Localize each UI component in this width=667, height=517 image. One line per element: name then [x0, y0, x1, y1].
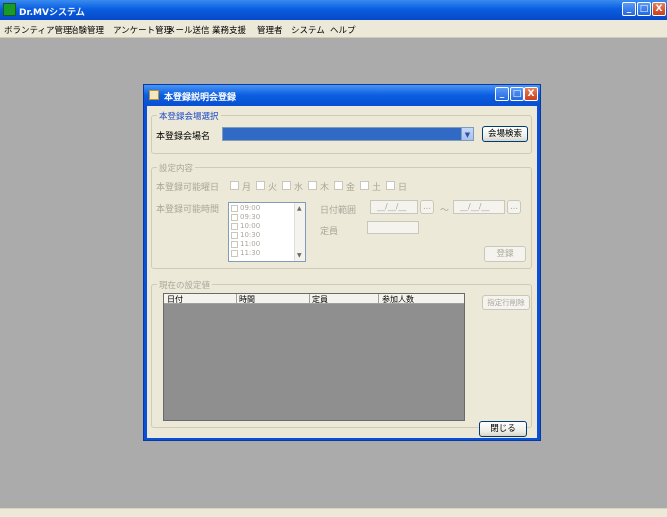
chevron-down-icon[interactable]: ▼: [461, 128, 473, 140]
weekday-checkbox-thu[interactable]: [308, 181, 317, 190]
dialog-maximize-button[interactable]: □: [510, 87, 524, 101]
range-separator: ～: [440, 206, 450, 216]
dialog-icon: [149, 90, 159, 100]
list-item[interactable]: 09:00: [231, 204, 260, 212]
menu-bar: ボランティア管理 治験管理 アンケート管理 メール送信 業務支援 管理者 システ…: [0, 20, 667, 38]
weekday-checkbox-mon[interactable]: [230, 181, 239, 190]
venue-group-title: 本登録会場選択: [157, 110, 221, 122]
time-checkbox[interactable]: [231, 213, 238, 221]
current-settings-group: 現在の設定値 日付 時間 定員 参加人数 指定行削除: [151, 279, 532, 428]
date-to-picker-button[interactable]: ...: [507, 200, 521, 214]
weekday-label-fri: 金: [346, 183, 356, 193]
menu-survey[interactable]: アンケート管理: [113, 24, 172, 36]
register-button[interactable]: 登録: [484, 246, 526, 262]
app-title-bar: Dr.MVシステム _ □ X: [0, 0, 667, 20]
dialog-close-button[interactable]: X: [524, 87, 538, 101]
grid-header: 日付 時間 定員 参加人数: [164, 294, 464, 304]
venue-label: 本登録会場名: [156, 132, 211, 142]
registration-dialog: 本登録説明会登録 _ □ X 本登録会場選択 本登録会場名 ▼ 会場検索 設定内…: [143, 84, 541, 441]
menu-admin[interactable]: 管理者: [257, 24, 283, 36]
column-header-capacity[interactable]: 定員: [312, 294, 328, 305]
date-from-picker-button[interactable]: ...: [420, 200, 434, 214]
column-header-date[interactable]: 日付: [167, 294, 183, 305]
close-dialog-button[interactable]: 閉じる: [479, 421, 527, 437]
weekday-label-wed: 水: [294, 183, 304, 193]
current-settings-title: 現在の設定値: [157, 279, 213, 291]
menu-volunteer[interactable]: ボランティア管理: [4, 24, 72, 36]
settings-group: 設定内容 本登録可能曜日 月 火 水 木 金 土 日 本登録可能時間 09:00…: [151, 162, 532, 269]
date-to-field[interactable]: __/__/__: [453, 200, 505, 214]
settings-group-title: 設定内容: [157, 162, 196, 174]
weekday-checkbox-tue[interactable]: [256, 181, 265, 190]
weekday-label: 本登録可能曜日: [156, 183, 220, 193]
time-label: 本登録可能時間: [156, 205, 220, 215]
venue-group: 本登録会場選択 本登録会場名 ▼ 会場検索: [151, 110, 532, 154]
venue-search-button[interactable]: 会場検索: [482, 126, 528, 142]
time-checkbox[interactable]: [231, 204, 238, 212]
dialog-minimize-button[interactable]: _: [495, 87, 509, 101]
column-header-participants[interactable]: 参加人数: [382, 294, 414, 305]
list-item[interactable]: 11:30: [231, 249, 260, 257]
scroll-up-icon[interactable]: ▲: [297, 205, 302, 212]
app-logo-icon: [3, 3, 16, 16]
column-header-time[interactable]: 時間: [239, 294, 255, 305]
weekday-label-sat: 土: [372, 183, 382, 193]
dialog-title-bar[interactable]: 本登録説明会登録 _ □ X: [144, 85, 540, 105]
time-checkbox[interactable]: [231, 222, 238, 230]
time-checkbox[interactable]: [231, 231, 238, 239]
list-item[interactable]: 09:30: [231, 213, 260, 221]
weekday-label-thu: 木: [320, 183, 330, 193]
date-from-field[interactable]: __/__/__: [370, 200, 418, 214]
menu-system[interactable]: システム: [291, 24, 325, 36]
current-settings-grid[interactable]: 日付 時間 定員 参加人数: [163, 293, 465, 421]
menu-help[interactable]: ヘルプ: [330, 24, 356, 36]
app-maximize-button[interactable]: □: [637, 2, 651, 16]
menu-trial[interactable]: 治験管理: [70, 24, 104, 36]
time-checkbox[interactable]: [231, 249, 238, 257]
weekday-checkbox-wed[interactable]: [282, 181, 291, 190]
list-item[interactable]: 10:30: [231, 231, 260, 239]
list-item[interactable]: 11:00: [231, 240, 260, 248]
date-range-label: 日付範囲: [320, 206, 357, 216]
venue-combo[interactable]: ▼: [222, 127, 474, 141]
weekday-checkbox-sun[interactable]: [386, 181, 395, 190]
time-list-scrollbar[interactable]: ▲ ▼: [294, 203, 305, 261]
delete-row-button[interactable]: 指定行削除: [482, 295, 530, 310]
scroll-down-icon[interactable]: ▼: [297, 252, 302, 259]
dialog-title: 本登録説明会登録: [164, 93, 237, 103]
weekday-checkbox-fri[interactable]: [334, 181, 343, 190]
capacity-field[interactable]: [367, 221, 419, 234]
time-checklist[interactable]: 09:00 09:30 10:00 10:30 11:00 11:30 ▲ ▼: [228, 202, 306, 262]
capacity-label: 定員: [320, 227, 339, 237]
dialog-client-area: 本登録会場選択 本登録会場名 ▼ 会場検索 設定内容 本登録可能曜日 月 火 水…: [147, 106, 537, 438]
menu-mail[interactable]: メール送信: [167, 24, 210, 36]
list-item[interactable]: 10:00: [231, 222, 260, 230]
weekday-label-mon: 月: [242, 183, 252, 193]
app-minimize-button[interactable]: _: [622, 2, 636, 16]
weekday-label-sun: 日: [398, 183, 408, 193]
weekday-label-tue: 火: [268, 183, 278, 193]
app-close-button[interactable]: X: [652, 2, 666, 16]
weekday-checkbox-sat[interactable]: [360, 181, 369, 190]
menu-business[interactable]: 業務支援: [212, 24, 246, 36]
app-title: Dr.MVシステム: [19, 8, 85, 18]
time-checkbox[interactable]: [231, 240, 238, 248]
